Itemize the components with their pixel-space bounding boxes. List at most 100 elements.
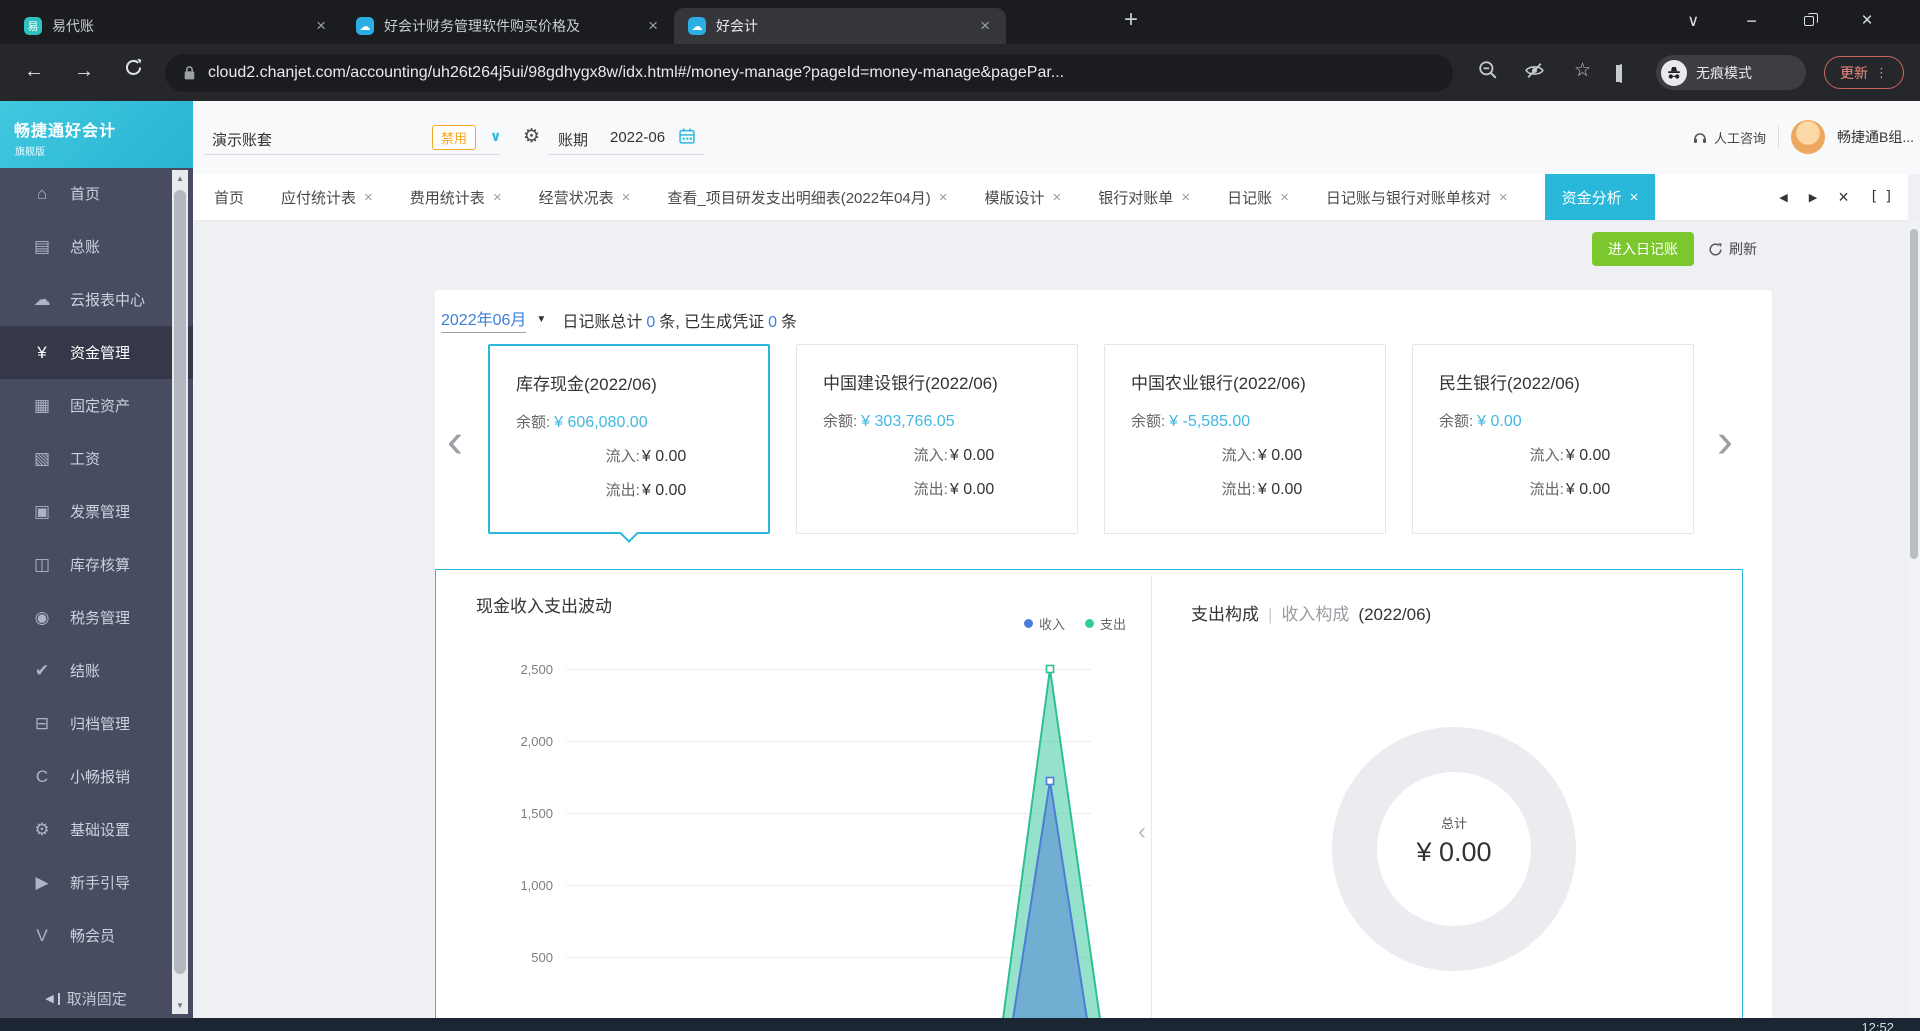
workspace-tab[interactable]: 经营状况表 × <box>539 174 631 220</box>
workspace-tab[interactable]: 资金分析 × <box>1544 174 1656 220</box>
sidebar-item[interactable]: ◫ 库存核算 <box>0 538 193 591</box>
new-tab-button[interactable]: + <box>1124 8 1138 32</box>
sidebar-item-label: 结账 <box>70 663 101 680</box>
scroll-down-icon[interactable]: ▼ <box>172 1001 188 1010</box>
expense-composition-tab[interactable]: 支出构成 <box>1191 605 1259 624</box>
workspace-tab-close-icon[interactable]: × <box>493 189 502 206</box>
browser-tab[interactable]: 易 易代账 × <box>10 8 342 44</box>
user-name[interactable]: 畅捷通B组... <box>1837 127 1914 147</box>
month-selector[interactable]: 2022年06月 <box>441 306 527 333</box>
zoom-icon[interactable] <box>1478 60 1498 85</box>
sidebar-item[interactable]: ▣ 发票管理 <box>0 485 193 538</box>
account-set-name[interactable]: 演示账套 <box>212 129 272 150</box>
sidebar-item[interactable]: ▧ 工资 <box>0 432 193 485</box>
user-avatar[interactable] <box>1790 120 1825 154</box>
fullscreen-icon[interactable]: [ ] <box>1870 189 1893 205</box>
reload-icon[interactable] <box>124 58 143 83</box>
account-card[interactable]: 库存现金(2022/06) 余额: ¥ 606,080.00 流入: ¥ 0.00 … <box>488 344 770 534</box>
outflow-value: ¥ 0.00 <box>949 481 995 498</box>
sidebar-item[interactable]: ✔ 结账 <box>0 644 193 697</box>
scroll-up-icon[interactable]: ▲ <box>172 174 188 183</box>
restore-button[interactable] <box>1804 12 1818 26</box>
income-composition-tab[interactable]: 收入构成 <box>1281 605 1349 624</box>
sidebar-item[interactable]: ⚙ 基础设置 <box>0 803 193 856</box>
collapse-chevron-icon[interactable]: ‹ <box>1138 818 1146 846</box>
workspace-tab-close-icon[interactable]: × <box>622 189 631 206</box>
workspace-tab-close-icon[interactable]: × <box>364 189 373 206</box>
browser-tab[interactable]: ☁ 好会计 × <box>674 8 1006 44</box>
calendar-icon[interactable] <box>679 128 695 149</box>
sidebar-scrollbar[interactable]: ▲ ▼ <box>172 170 188 1014</box>
workspace-tab[interactable]: 日记账 × <box>1227 174 1289 220</box>
tab-search-icon[interactable]: ∨ <box>1687 11 1699 31</box>
workspace-tab-close-icon[interactable]: × <box>1181 189 1190 206</box>
carousel-prev-icon[interactable]: ‹ <box>447 418 463 466</box>
workspace-tab[interactable]: 应付统计表 × <box>281 174 373 220</box>
sidebar-item[interactable]: V 畅会员 <box>0 909 193 962</box>
sidebar-item[interactable]: ⌂ 首页 <box>0 167 193 220</box>
back-button[interactable]: ← <box>24 60 44 83</box>
unpin-sidebar-button[interactable]: ◀ 取消固定 <box>0 988 172 1009</box>
tab-scroll-right-icon[interactable]: ▶ <box>1809 191 1817 204</box>
forward-button[interactable]: → <box>74 60 94 83</box>
y-axis-tick: 1,500 <box>520 805 553 821</box>
workspace-tab-label: 银行对账单 <box>1098 189 1174 207</box>
workspace-tab-close-icon[interactable]: × <box>1280 189 1289 206</box>
tab-scroll-left-icon[interactable]: ◀ <box>1779 191 1787 204</box>
carousel-next-icon[interactable]: › <box>1717 418 1733 466</box>
account-card[interactable]: 中国建设银行(2022/06) 余额: ¥ 303,766.05 流入: ¥ 0.0… <box>796 344 1078 534</box>
month-caret-icon[interactable]: ▼ <box>536 314 546 325</box>
workspace-tab[interactable]: 模版设计 × <box>985 174 1062 220</box>
side-panel-icon[interactable] <box>1620 64 1622 83</box>
tab-close-icon[interactable]: × <box>646 16 660 36</box>
sidebar-scrollbar-thumb[interactable] <box>174 190 186 974</box>
browser-menu-icon[interactable]: ⋮ <box>1875 65 1888 81</box>
donut-center-text: 总计 ¥ 0.00 <box>1332 813 1576 868</box>
workspace-tab[interactable]: 日记账与银行对账单核对 × <box>1326 174 1508 220</box>
sidebar-item[interactable]: ◉ 税务管理 <box>0 591 193 644</box>
workspace-tab[interactable]: 费用统计表 × <box>410 174 502 220</box>
browser-toolbar: ← → cloud2.chanjet.com/accounting/uh26t2… <box>0 44 1920 101</box>
account-card[interactable]: 中国农业银行(2022/06) 余额: ¥ -5,585.00 流入: ¥ 0.00… <box>1104 344 1386 534</box>
account-card[interactable]: 民生银行(2022/06) 余额: ¥ 0.00 流入: ¥ 0.00 流出: ¥ 0… <box>1412 344 1694 534</box>
refresh-button[interactable]: 刷新 <box>1708 232 1757 266</box>
incognito-profile-chip[interactable]: 无痕模式 <box>1656 55 1806 90</box>
workspace-tab-close-icon[interactable]: × <box>1630 189 1639 206</box>
legend-item[interactable]: 收入 <box>1024 614 1065 633</box>
workspace-tab-label: 查看_项目研发支出明细表(2022年04月) <box>667 189 931 207</box>
workspace-tab-close-icon[interactable]: × <box>1053 189 1062 206</box>
sidebar-item[interactable]: C 小畅报销 <box>0 750 193 803</box>
settings-gear-icon[interactable]: ⚙ <box>523 125 540 148</box>
close-all-tabs-icon[interactable]: × <box>1838 187 1849 208</box>
workspace-tab[interactable]: 银行对账单 × <box>1098 174 1190 220</box>
workspace-tab-close-icon[interactable]: × <box>939 189 948 206</box>
tab-close-icon[interactable]: × <box>314 16 328 36</box>
tab-close-icon[interactable]: × <box>978 16 992 36</box>
donut-total-value: ¥ 0.00 <box>1416 837 1492 867</box>
address-bar[interactable]: cloud2.chanjet.com/accounting/uh26t264j5… <box>165 54 1453 92</box>
minimize-button[interactable]: − <box>1746 11 1757 32</box>
eye-blocked-icon[interactable] <box>1524 62 1545 84</box>
enter-journal-button[interactable]: 进入日记账 <box>1592 232 1694 266</box>
workspace-tab[interactable]: 查看_项目研发支出明细表(2022年04月) × <box>667 174 947 220</box>
period-value[interactable]: 2022-06 <box>610 129 665 146</box>
legend-item[interactable]: 支出 <box>1085 614 1126 633</box>
sidebar-item[interactable]: ¥ 资金管理 <box>0 326 193 379</box>
bookmark-star-icon[interactable]: ☆ <box>1574 59 1591 82</box>
sidebar-item[interactable]: ☁ 云报表中心 <box>0 273 193 326</box>
sidebar-item[interactable]: ▤ 总账 <box>0 220 193 273</box>
sidebar-item[interactable]: ⊟ 归档管理 <box>0 697 193 750</box>
sidebar-item-icon: ▣ <box>33 501 51 521</box>
support-link[interactable]: 人工咨询 <box>1692 128 1766 147</box>
account-dropdown-chevron-icon[interactable]: ∨ <box>490 128 501 145</box>
browser-update-button[interactable]: 更新 ⋮ <box>1824 56 1904 89</box>
workspace-tab[interactable]: 首页 × <box>214 174 244 220</box>
stats-label: 条, 已生成凭证 <box>659 313 765 331</box>
window-close-button[interactable]: × <box>1862 10 1873 32</box>
browser-tab[interactable]: ☁ 好会计财务管理软件购买价格及 × <box>342 8 674 44</box>
sidebar-item[interactable]: ▶ 新手引导 <box>0 856 193 909</box>
sidebar-item[interactable]: ▦ 固定资产 <box>0 379 193 432</box>
workspace-tab-close-icon[interactable]: × <box>1499 189 1508 206</box>
page-scrollbar-thumb[interactable] <box>1910 229 1918 559</box>
page-scrollbar[interactable] <box>1908 221 1920 1031</box>
